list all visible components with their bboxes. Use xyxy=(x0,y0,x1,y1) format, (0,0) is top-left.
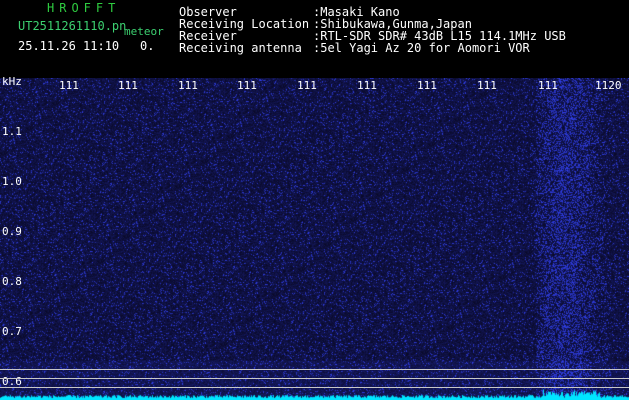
y-axis-unit: kHz xyxy=(2,75,22,88)
reference-line-3 xyxy=(0,387,629,388)
x-tick-9: 111 xyxy=(538,79,558,92)
header-panel: HROFFT UT2511261110.pn meteor 25.11.26 1… xyxy=(0,0,629,78)
x-tick-2: 111 xyxy=(118,79,138,92)
x-tick-10: 1120 xyxy=(595,79,622,92)
x-tick-4: 111 xyxy=(237,79,257,92)
spectrogram-canvas xyxy=(0,78,629,400)
y-tick-0-8: 0.8 xyxy=(2,275,22,288)
brand-title: HROFFT xyxy=(47,1,121,15)
reference-line-2 xyxy=(0,378,629,379)
x-tick-7: 111 xyxy=(417,79,437,92)
y-tick-0-7: 0.7 xyxy=(2,325,22,338)
file-name: UT2511261110.pn xyxy=(18,19,127,33)
y-tick-1-1: 1.1 xyxy=(2,125,22,138)
spectrogram xyxy=(0,78,629,400)
date-time: 25.11.26 11:10 xyxy=(18,39,120,53)
antenna-value: :5el Yagi Az 20 for Aomori VOR xyxy=(313,41,530,55)
y-tick-0-9: 0.9 xyxy=(2,225,22,238)
x-tick-5: 111 xyxy=(297,79,317,92)
x-tick-8: 111 xyxy=(477,79,497,92)
counter: 0. xyxy=(140,39,155,53)
x-tick-1: 111 xyxy=(59,79,79,92)
y-tick-1-0: 1.0 xyxy=(2,175,22,188)
x-tick-6: 111 xyxy=(357,79,377,92)
x-tick-3: 111 xyxy=(178,79,198,92)
antenna-label: Receiving antenna xyxy=(179,41,302,55)
reference-line-1 xyxy=(0,369,629,370)
file-suffix: meteor xyxy=(124,25,164,38)
